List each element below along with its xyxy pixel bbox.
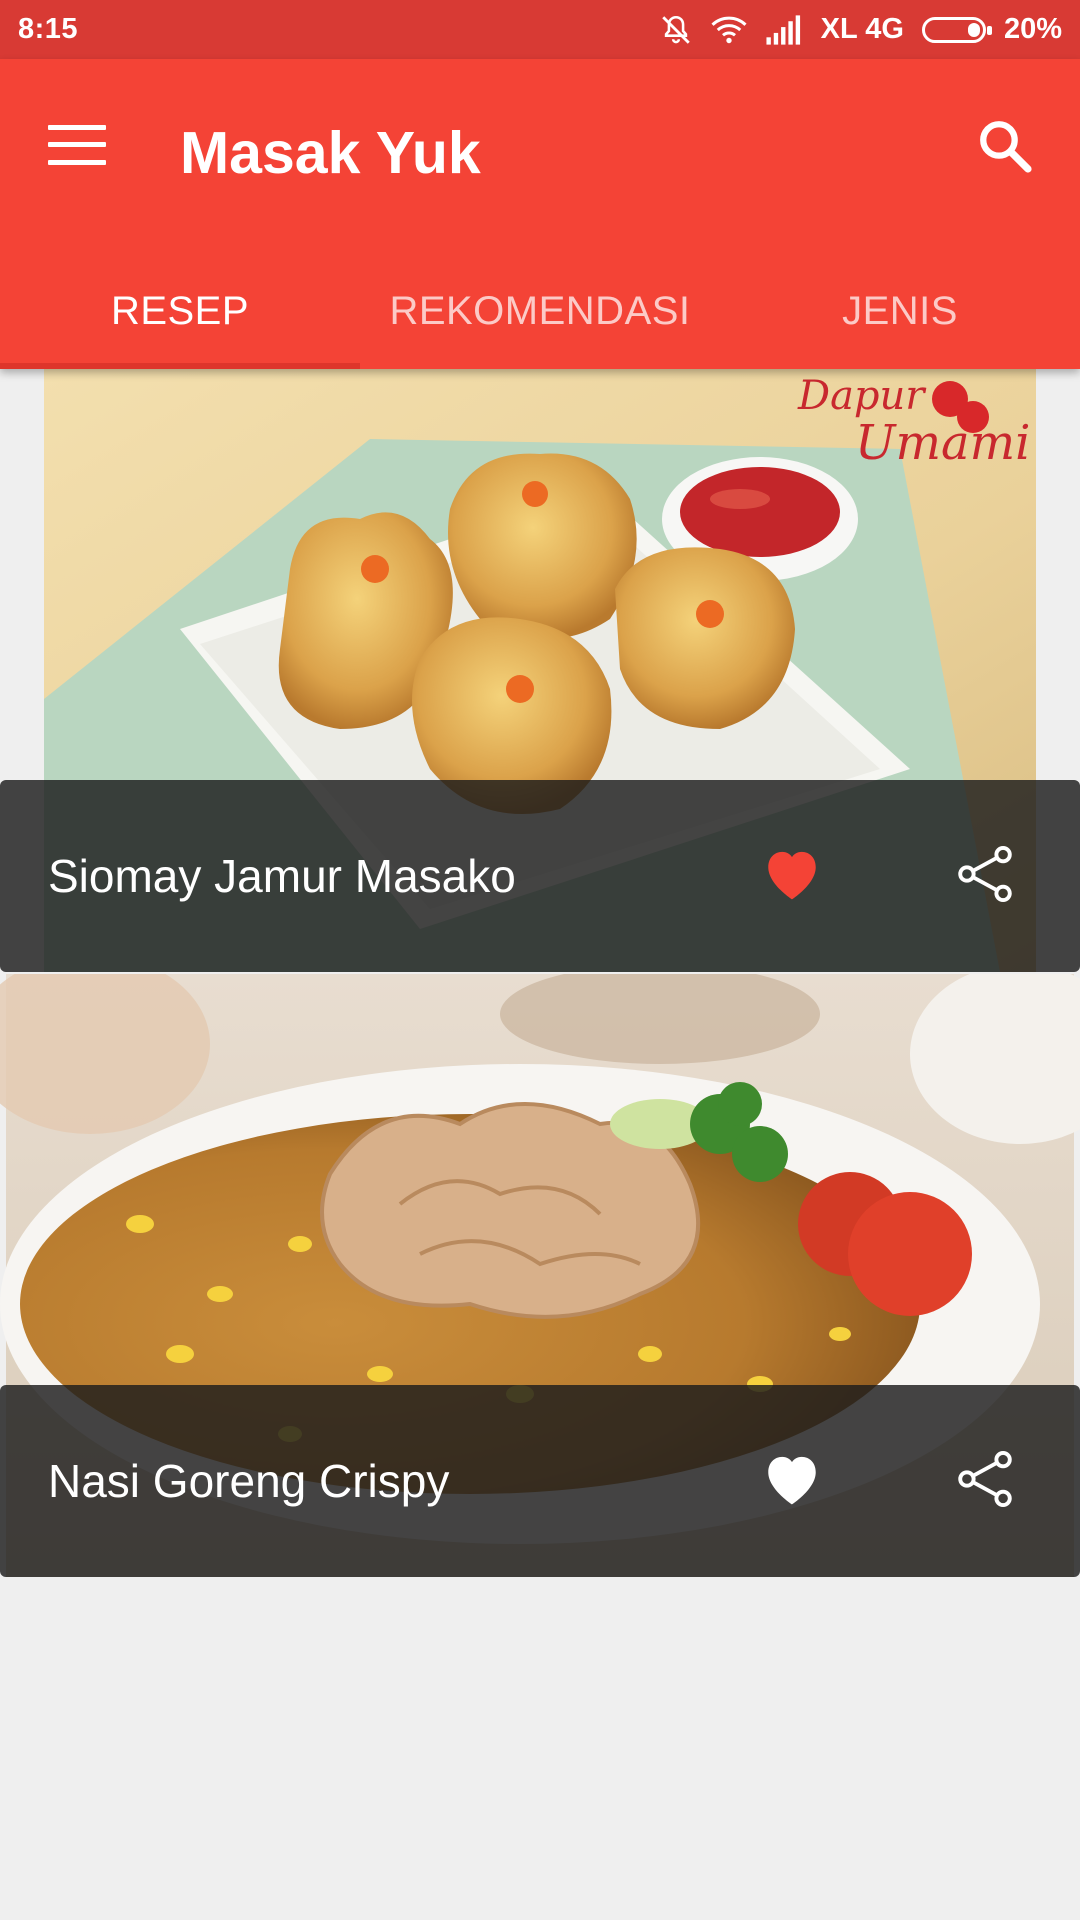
silent-icon: [659, 13, 693, 47]
tab-bar: RESEP REKOMENDASI JENIS: [0, 291, 1080, 369]
svg-text:Dapur: Dapur: [797, 373, 927, 419]
carrier-label: XL 4G: [820, 13, 904, 45]
tab-resep[interactable]: RESEP: [0, 291, 360, 369]
heart-icon: [760, 844, 824, 907]
recipe-list: Dapur Umami Siomay Jamur Masako Nasi Gor…: [0, 369, 1080, 1920]
status-time: 8:15: [18, 13, 79, 45]
status-bar: 8:15 XL 4G 20%: [0, 0, 1080, 59]
recipe-card[interactable]: Nasi Goreng Crispy: [0, 974, 1080, 1577]
recipe-title[interactable]: Siomay Jamur Masako: [48, 780, 516, 972]
recipe-title[interactable]: Nasi Goreng Crispy: [48, 1385, 449, 1577]
svg-text:Umami: Umami: [855, 415, 1030, 471]
signal-icon: [765, 14, 803, 45]
recipe-caption: Siomay Jamur Masako: [0, 780, 1080, 972]
recipe-card[interactable]: Dapur Umami Siomay Jamur Masako: [0, 369, 1080, 972]
battery-level-fill: [968, 22, 980, 37]
toolbar: Masak Yuk: [0, 59, 1080, 231]
tab-rekomendasi[interactable]: REKOMENDASI: [360, 291, 720, 369]
share-icon: [954, 842, 1016, 911]
wifi-icon: [711, 15, 747, 45]
recipe-caption: Nasi Goreng Crispy: [0, 1385, 1080, 1577]
tab-indicator: [0, 363, 360, 369]
favorite-button[interactable]: [755, 1445, 829, 1515]
hamburger-menu-icon: [48, 125, 106, 165]
app-bar: Masak Yuk RESEP REKOMENDASI JENIS: [0, 59, 1080, 369]
heart-icon: [760, 1449, 824, 1512]
share-button[interactable]: [950, 1443, 1020, 1519]
battery-percent: 20%: [1003, 13, 1062, 45]
search-button[interactable]: [970, 113, 1040, 183]
search-icon: [976, 117, 1034, 180]
tab-jenis[interactable]: JENIS: [720, 291, 1080, 369]
share-icon: [954, 1447, 1016, 1516]
favorite-button[interactable]: [755, 840, 829, 910]
app-title: Masak Yuk: [180, 120, 481, 186]
status-icons: XL 4G 20%: [659, 13, 1062, 47]
battery-icon: [921, 16, 992, 43]
hamburger-menu-button[interactable]: [42, 113, 112, 177]
share-button[interactable]: [950, 838, 1020, 914]
